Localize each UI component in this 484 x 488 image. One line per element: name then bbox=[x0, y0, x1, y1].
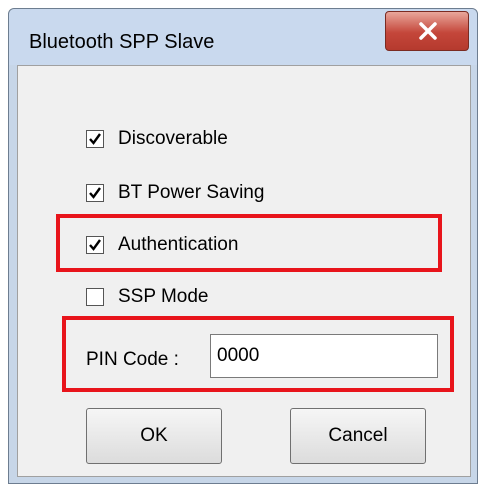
title-bar[interactable]: Bluetooth SPP Slave bbox=[9, 9, 477, 65]
pin-code-input[interactable] bbox=[210, 334, 438, 378]
checkbox-box[interactable] bbox=[86, 184, 104, 202]
checkbox-box[interactable] bbox=[86, 130, 104, 148]
close-icon bbox=[419, 22, 437, 40]
dialog-body: Discoverable BT Power Saving Authenticat… bbox=[17, 65, 471, 477]
pin-code-label: PIN Code : bbox=[86, 349, 179, 370]
checkbox-label: BT Power Saving bbox=[118, 182, 265, 203]
checkbox-authentication[interactable]: Authentication bbox=[86, 232, 238, 258]
checkbox-box[interactable] bbox=[86, 236, 104, 254]
checkbox-box[interactable] bbox=[86, 288, 104, 306]
cancel-button[interactable]: Cancel bbox=[290, 408, 426, 464]
window-title: Bluetooth SPP Slave bbox=[29, 31, 215, 53]
checkbox-ssp-mode[interactable]: SSP Mode bbox=[86, 284, 208, 310]
checkbox-label: SSP Mode bbox=[118, 286, 209, 307]
checkbox-label: Authentication bbox=[118, 234, 239, 255]
checkmark-icon bbox=[89, 133, 101, 145]
checkmark-icon bbox=[89, 187, 101, 199]
dialog-window: Bluetooth SPP Slave Discoverable BT Powe… bbox=[8, 8, 478, 484]
checkbox-label: Discoverable bbox=[118, 128, 228, 149]
checkmark-icon bbox=[89, 239, 101, 251]
checkbox-bt-power-saving[interactable]: BT Power Saving bbox=[86, 180, 264, 206]
close-button[interactable] bbox=[385, 11, 469, 51]
checkbox-discoverable[interactable]: Discoverable bbox=[86, 126, 228, 152]
ok-button[interactable]: OK bbox=[86, 408, 222, 464]
